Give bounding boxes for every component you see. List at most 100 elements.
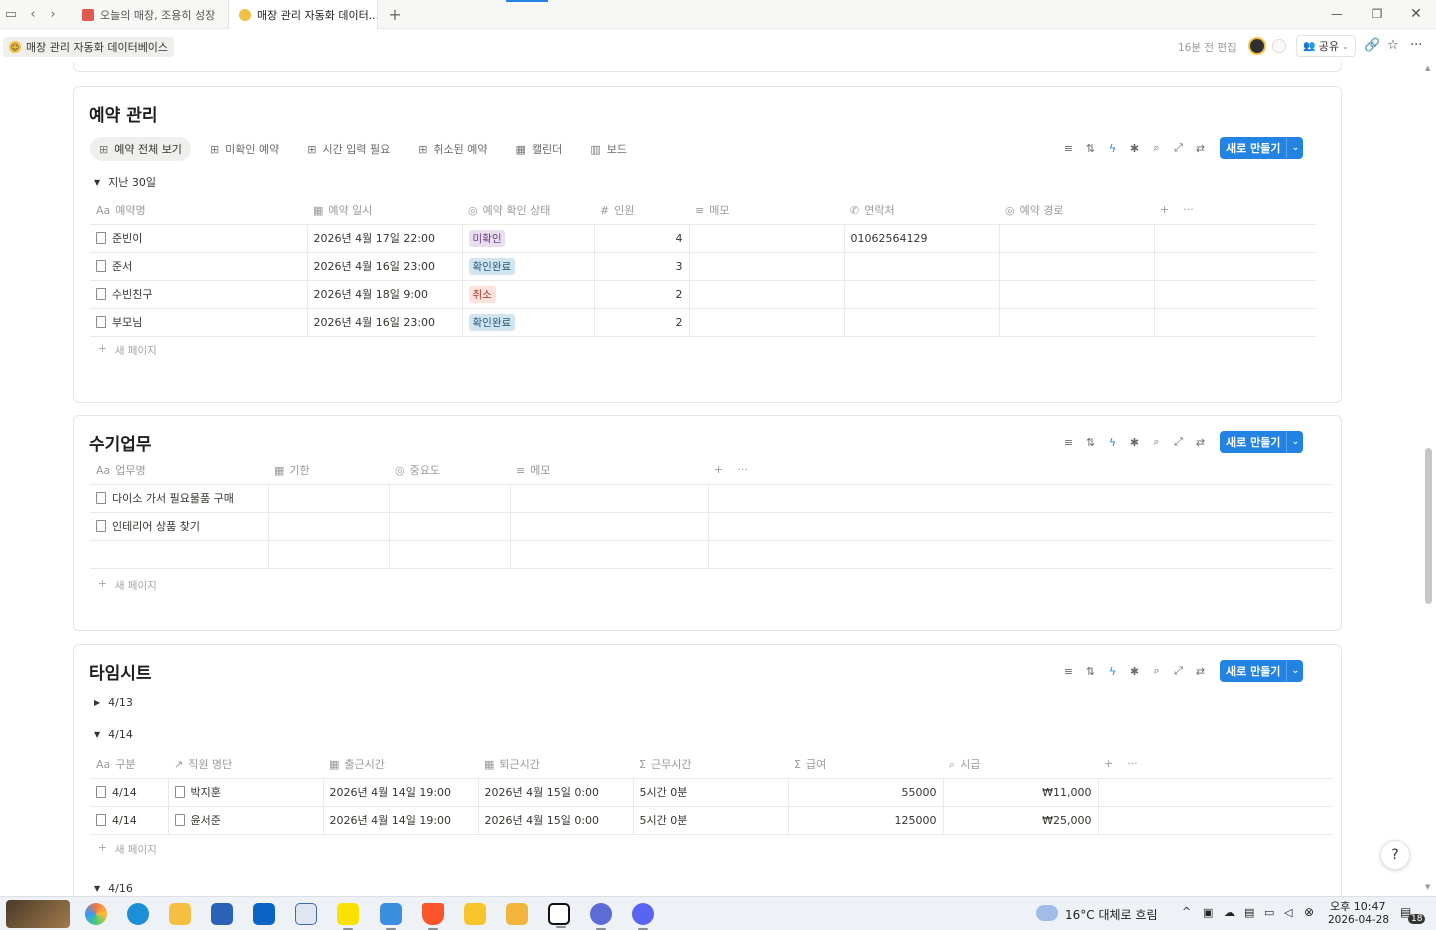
reservation-people-cell[interactable]: 2 (594, 280, 690, 309)
edge-icon[interactable] (127, 903, 149, 925)
expand-icon[interactable]: ⤢ (1172, 141, 1185, 155)
task-name-cell[interactable]: 인테리어 상품 찾기 (90, 512, 269, 541)
keep-icon[interactable] (464, 903, 486, 925)
search-icon[interactable]: ⌕ (1150, 141, 1163, 155)
table-row[interactable]: 인테리어 상품 찾기 (90, 512, 1333, 541)
tab-calendar[interactable]: ▦ 캘린더 (507, 137, 572, 161)
column-header[interactable]: ◎ 예약 확인 상태 (462, 196, 594, 225)
empty-cell[interactable] (1098, 778, 1333, 807)
tab-all-reservations[interactable]: ⊞ 예약 전체 보기 (90, 137, 191, 161)
sort-icon[interactable]: ⇅ (1084, 142, 1097, 155)
scrollbar-thumb[interactable] (1425, 448, 1432, 604)
empty-cell[interactable] (708, 540, 1333, 569)
column-header[interactable]: ⌕ 시급 (943, 750, 1098, 779)
tab-unconfirmed[interactable]: ⊞ 미확인 예약 (201, 137, 288, 161)
timesheet-pay-cell[interactable]: 55000 (788, 778, 944, 807)
clock-date[interactable]: 2026-04-28 (1328, 914, 1389, 926)
reservation-memo-cell[interactable] (689, 224, 845, 253)
task-memo-cell[interactable] (510, 484, 709, 513)
table-row[interactable]: 준빈이 2026년 4월 17일 22:00 미확인 4 01062564129 (90, 224, 1316, 253)
column-header[interactable]: ▦ 예약 일시 (307, 196, 462, 225)
cloud-icon[interactable]: ☁ (1224, 906, 1235, 919)
add-column-icon[interactable]: + (1104, 757, 1113, 770)
settings-icon[interactable]: ⇄ (1194, 436, 1207, 449)
table-row[interactable]: 준서 2026년 4월 16일 23:00 확인완료 3 (90, 252, 1316, 281)
column-header[interactable]: Aa 구분 (90, 750, 168, 779)
task-priority-cell[interactable] (389, 484, 511, 513)
reservation-datetime-cell[interactable]: 2026년 4월 16일 23:00 (307, 308, 463, 337)
timesheet-hours-cell[interactable]: 5시간 0분 (633, 806, 789, 835)
chat-app-icon[interactable] (590, 903, 612, 930)
empty-cell[interactable] (1098, 806, 1333, 835)
column-header[interactable]: Σ 근무시간 (633, 750, 788, 779)
reservation-people-cell[interactable]: 4 (594, 224, 690, 253)
filter-icon[interactable]: ≡ (1062, 142, 1075, 155)
reservation-datetime-cell[interactable]: 2026년 4월 17일 22:00 (307, 224, 463, 253)
column-header[interactable]: ◎ 예약 경로 (999, 196, 1154, 225)
timesheet-employee-cell[interactable]: 윤서준 (168, 806, 324, 835)
automation-icon[interactable]: ϟ (1106, 665, 1119, 678)
reservation-status-cell[interactable]: 미확인 (462, 224, 595, 253)
tray-chevron-icon[interactable]: ^ (1182, 905, 1191, 918)
task-name-cell[interactable] (90, 540, 269, 569)
column-header[interactable]: Aa 업무명 (90, 456, 268, 485)
reservation-channel-cell[interactable] (999, 280, 1155, 309)
avatar[interactable] (1248, 37, 1266, 55)
reservation-channel-cell[interactable] (999, 224, 1155, 253)
reservation-datetime-cell[interactable]: 2026년 4월 16일 23:00 (307, 252, 463, 281)
new-page-button[interactable]: + 새 페이지 (98, 578, 157, 593)
more-icon[interactable]: ··· (1410, 38, 1422, 53)
reservation-name-cell[interactable]: 수빈친구 (90, 280, 308, 309)
automation-icon[interactable]: ϟ (1106, 436, 1119, 449)
security-icon[interactable]: ▤ (1244, 906, 1254, 919)
reservation-contact-cell[interactable] (844, 308, 1000, 337)
reservation-channel-cell[interactable] (999, 308, 1155, 337)
table-row[interactable]: 부모님 2026년 4월 16일 23:00 확인완료 2 (90, 308, 1316, 337)
column-header[interactable]: # 인원 (594, 196, 689, 225)
expand-icon[interactable]: ⤢ (1172, 435, 1185, 449)
new-tab-button[interactable]: + (386, 5, 404, 24)
column-header[interactable]: ▦ 퇴근시간 (478, 750, 633, 779)
ai-icon[interactable]: ✱ (1128, 436, 1141, 449)
empty-cell[interactable] (1154, 280, 1316, 309)
search-icon[interactable]: ⌕ (1150, 664, 1163, 678)
kakaotalk-icon[interactable] (337, 903, 359, 930)
automation-icon[interactable]: ϟ (1106, 142, 1119, 155)
task-deadline-cell[interactable] (268, 484, 390, 513)
group-toggle-4-14[interactable]: ▼ 4/14 (94, 728, 133, 741)
reservation-people-cell[interactable]: 2 (594, 308, 690, 337)
reservation-contact-cell[interactable] (844, 252, 1000, 281)
minimize-icon[interactable]: — (1322, 4, 1352, 24)
task-deadline-cell[interactable] (268, 540, 390, 569)
tray-app-icon[interactable]: ▣ (1203, 906, 1213, 919)
app-window-icon[interactable] (295, 903, 317, 925)
table-row[interactable]: 다이소 가서 필요물품 구매 (90, 484, 1333, 513)
back-icon[interactable]: ‹ (24, 5, 42, 23)
reservation-contact-cell[interactable] (844, 280, 1000, 309)
timesheet-hours-cell[interactable]: 5시간 0분 (633, 778, 789, 807)
file-explorer-icon[interactable] (169, 903, 191, 925)
column-header[interactable]: Aa 예약명 (90, 196, 307, 225)
empty-cell[interactable] (708, 512, 1333, 541)
calendar-app-icon[interactable] (380, 903, 402, 930)
outlook-icon[interactable] (253, 903, 275, 925)
status-circle-icon[interactable]: ⊗ (1304, 905, 1314, 919)
reservation-people-cell[interactable]: 3 (594, 252, 690, 281)
table-row[interactable]: 수빈친구 2026년 4월 18일 9:00 취소 2 (90, 280, 1316, 309)
more-icon[interactable]: ··· (1127, 757, 1138, 770)
tab-board[interactable]: ▥ 보드 (581, 137, 636, 161)
volume-icon[interactable]: ◁ (1284, 906, 1292, 919)
weather-text[interactable]: 16°C 대체로 흐림 (1065, 906, 1157, 923)
column-header[interactable]: ≡ 메모 (689, 196, 844, 225)
reservation-contact-cell[interactable]: 01062564129 (844, 224, 1000, 253)
column-header[interactable]: ≡ 메모 (510, 456, 708, 485)
timesheet-in-cell[interactable]: 2026년 4월 14일 19:00 (323, 778, 479, 807)
new-page-button[interactable]: + 새 페이지 (98, 842, 157, 857)
reservation-memo-cell[interactable] (689, 252, 845, 281)
scroll-down-icon[interactable]: ▼ (1425, 883, 1430, 891)
link-icon[interactable]: 🔗 (1364, 38, 1380, 53)
share-button[interactable]: 👥 공유 ⌄ (1296, 35, 1356, 57)
task-memo-cell[interactable] (510, 540, 709, 569)
group-toggle-4-16[interactable]: ▼ 4/16 (94, 882, 133, 895)
settings-icon[interactable]: ⇄ (1194, 142, 1207, 155)
